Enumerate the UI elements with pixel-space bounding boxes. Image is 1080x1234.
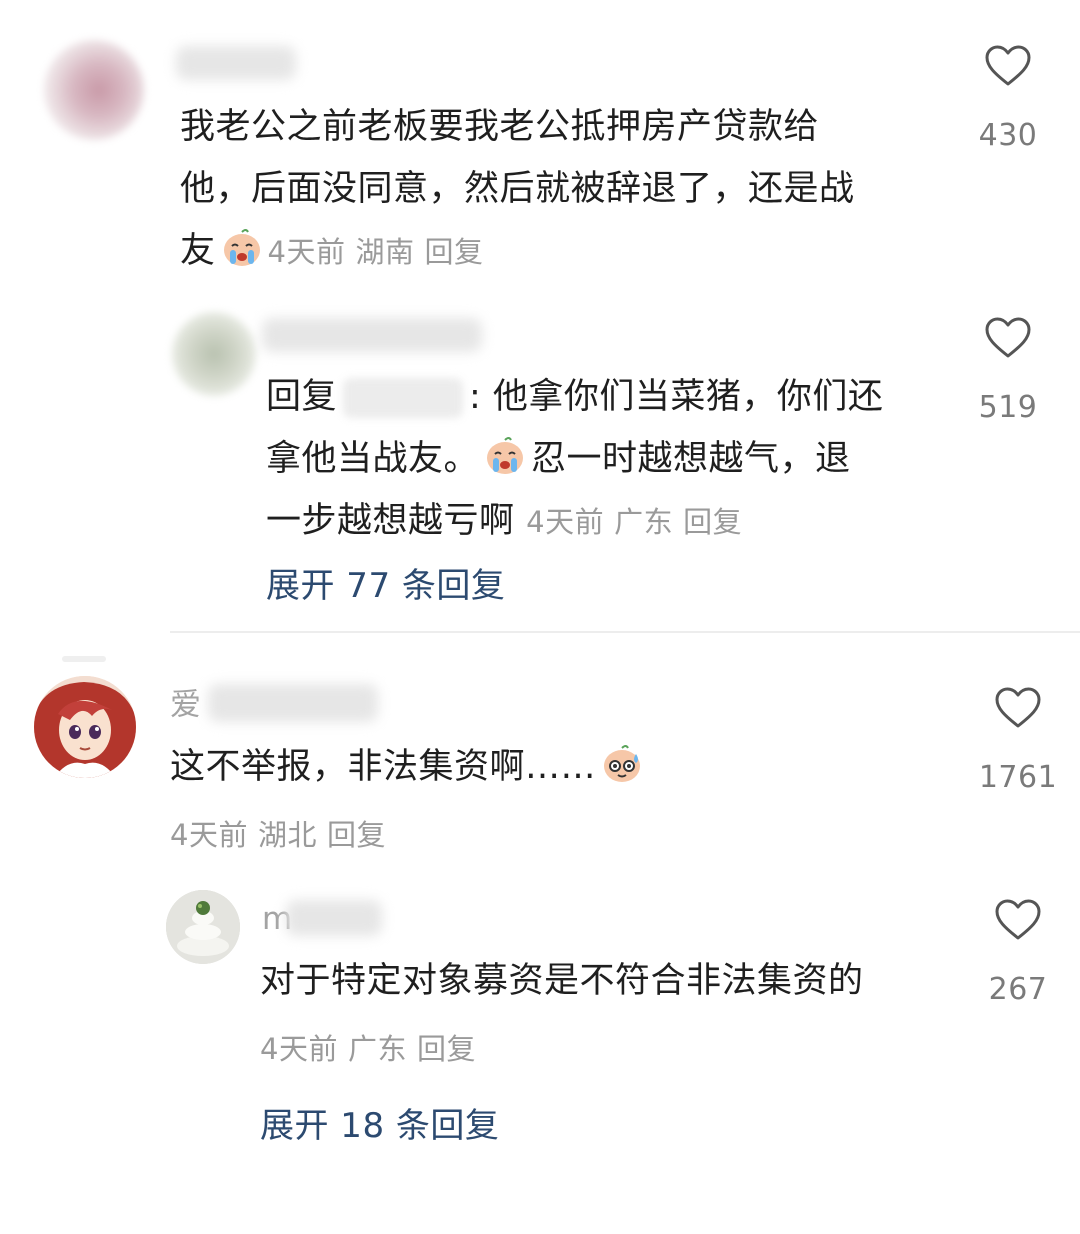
- avatar[interactable]: [44, 40, 144, 140]
- comment-line: 他，后面没同意，然后就被辞退了，还是战: [180, 169, 855, 209]
- reply-text: 一步越想越亏啊: [266, 501, 515, 541]
- avatar[interactable]: [166, 890, 240, 964]
- reply-location: 广东: [347, 1032, 407, 1066]
- reply-line: 回复 : 他拿你们当菜猪，你们还: [266, 366, 883, 428]
- reply-prefix: 回复: [266, 377, 338, 417]
- cake-photo-avatar-image: [166, 890, 240, 964]
- reply-time: 4天前: [526, 505, 605, 539]
- comment-meta: 4天前 湖南 回复: [268, 235, 494, 269]
- reply-button[interactable]: 回复: [683, 505, 742, 539]
- comment-line: 我老公之前老板要我老公抵押房产贷款给: [180, 107, 820, 147]
- reply-button[interactable]: 回复: [424, 235, 483, 269]
- comment-line: 友: [180, 231, 216, 271]
- sweating-face-emoji: [604, 745, 641, 782]
- comment-meta: 4天前 湖北 回复: [170, 812, 396, 854]
- reply-button[interactable]: 回复: [417, 1032, 476, 1066]
- username-blurred[interactable]: [262, 318, 482, 352]
- reply-text: 拿他当战友。: [266, 439, 480, 479]
- reply-text: 忍一时越想越气，退: [531, 439, 851, 479]
- mention-blurred[interactable]: [343, 378, 464, 418]
- reply-line-with-meta: 一步越想越亏啊 4天前 广东 回复: [266, 490, 883, 553]
- expand-replies-link[interactable]: 展开 18 条回复: [260, 1098, 499, 1147]
- comment-line-with-meta: 友 4天前 湖南 回复: [180, 220, 855, 283]
- reply-location: 广东: [614, 505, 674, 539]
- reply-meta: 4天前 广东 回复: [526, 505, 752, 539]
- like-count: 267: [988, 972, 1048, 1007]
- reply-meta: 4天前 广东 回复: [260, 1026, 486, 1068]
- comment-location: 湖北: [257, 818, 317, 852]
- comment-location: 湖南: [355, 235, 415, 269]
- username-visible[interactable]: 爱: [170, 690, 201, 721]
- like-count: 1761: [978, 760, 1058, 795]
- username-blurred[interactable]: [208, 684, 378, 722]
- username-blurred[interactable]: [176, 46, 296, 80]
- avatar[interactable]: [34, 676, 136, 778]
- crying-face-emoji: [487, 437, 524, 474]
- crying-face-emoji: [223, 229, 260, 266]
- heart-outline-icon[interactable]: [994, 686, 1042, 730]
- like-button[interactable]: 430: [958, 44, 1058, 153]
- divider: [170, 631, 1080, 633]
- reply-body: 回复 : 他拿你们当菜猪，你们还 拿他当战友。 忍一时越想越气，退 一步越想越亏啊…: [266, 366, 883, 553]
- comment-line: 这不举报，非法集资啊……: [170, 736, 648, 798]
- reply-text: : 他拿你们当菜猪，你们还: [469, 377, 884, 417]
- comment-body: 这不举报，非法集资啊……: [170, 736, 648, 798]
- heart-outline-icon[interactable]: [984, 44, 1032, 88]
- like-button[interactable]: 1761: [968, 686, 1068, 795]
- like-count: 519: [978, 390, 1038, 425]
- like-count: 430: [978, 118, 1038, 153]
- avatar[interactable]: [172, 312, 256, 396]
- comment-time: 4天前: [170, 818, 248, 852]
- expand-replies-link[interactable]: 展开 77 条回复: [266, 558, 505, 607]
- comment-time: 4天前: [267, 235, 346, 269]
- like-button[interactable]: 519: [958, 316, 1058, 425]
- reply-time: 4天前: [260, 1032, 338, 1066]
- heart-outline-icon[interactable]: [994, 898, 1042, 942]
- reply-body: 对于特定对象募资是不符合非法集资的: [260, 961, 864, 1001]
- comment-body: 我老公之前老板要我老公抵押房产贷款给 他，后面没同意，然后就被辞退了，还是战 友…: [180, 96, 855, 283]
- like-button[interactable]: 267: [968, 898, 1068, 1007]
- reply-button[interactable]: 回复: [327, 818, 386, 852]
- comment-text: 这不举报，非法集资啊……: [170, 747, 597, 787]
- divider-mark: [62, 656, 106, 662]
- heart-outline-icon[interactable]: [984, 316, 1032, 360]
- username-blurred[interactable]: [286, 900, 382, 936]
- reply-line: 拿他当战友。 忍一时越想越气，退: [266, 428, 883, 490]
- anime-girl-avatar-image: [34, 676, 136, 778]
